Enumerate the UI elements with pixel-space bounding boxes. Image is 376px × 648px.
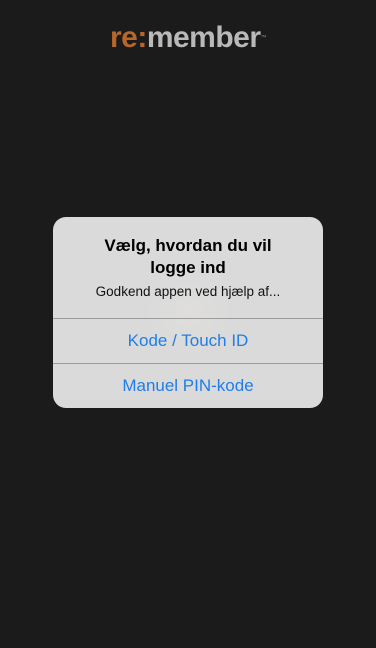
logo-trademark: ™ — [260, 35, 267, 41]
login-screen: re:member™ Vælg, hvordan du vil logge in… — [0, 0, 376, 648]
remember-logo: re:member™ — [0, 20, 376, 56]
alert-title-line2: logge ind — [150, 258, 226, 277]
alert-title: Vælg, hvordan du vil logge ind — [67, 235, 309, 279]
alert-message: Godkend appen ved hjælp af... — [95, 284, 281, 299]
logo-accent-text: re: — [109, 21, 147, 54]
logo-main-text: member — [146, 21, 261, 54]
login-method-alert: Vælg, hvordan du vil logge ind Godkend a… — [53, 217, 323, 408]
manual-pin-button[interactable]: Manuel PIN-kode — [53, 364, 323, 408]
alert-body: Vælg, hvordan du vil logge ind Godkend a… — [53, 217, 323, 318]
code-touch-id-button[interactable]: Kode / Touch ID — [53, 319, 323, 363]
alert-title-line1: Vælg, hvordan du vil — [104, 236, 272, 255]
